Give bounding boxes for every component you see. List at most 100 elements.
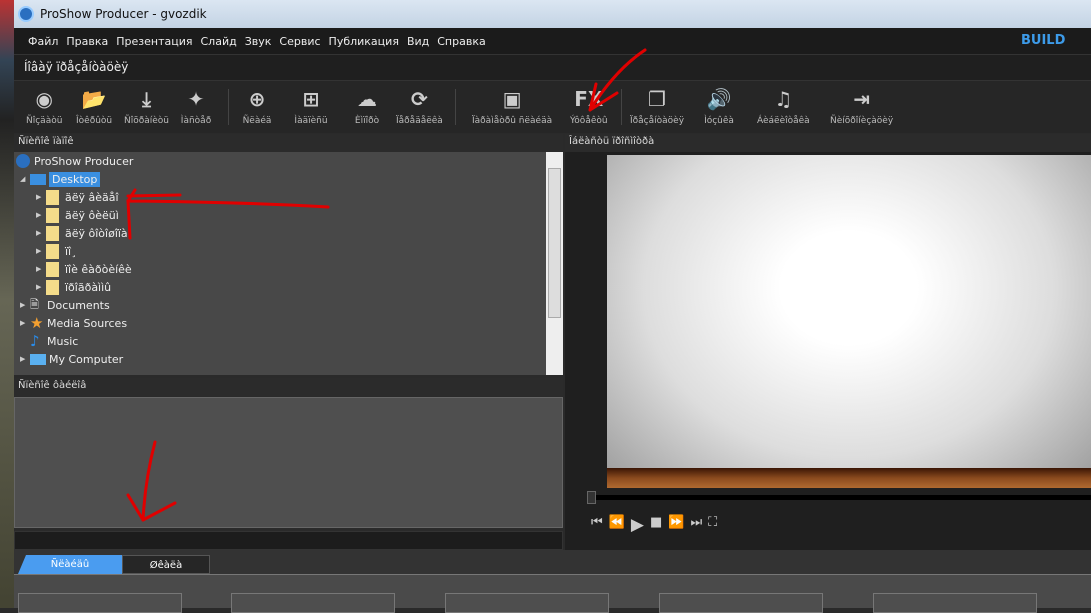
fast-forward-icon[interactable]: ⏩ — [668, 515, 684, 535]
preview-panel: Îáëàñòü ïðîñìîòðà ⏮ ⏪ ▶ ■ ⏩ ⏭ ⛶ — [565, 134, 1091, 550]
caption-button[interactable]: ⊞ Ìàäïèñü — [294, 85, 328, 126]
remake-icon: ⟳ — [411, 87, 428, 111]
skip-end-icon[interactable]: ⏭ — [690, 515, 702, 535]
music-button[interactable]: 🔊 Ìóçûêà — [702, 85, 736, 126]
playback-controls: ⏮ ⏪ ▶ ■ ⏩ ⏭ ⛶ — [591, 515, 717, 535]
tree-item-documents[interactable]: ▶ 🗎 Documents — [20, 296, 110, 314]
save-button[interactable]: ⤓ Ñîõðàíèòü — [124, 85, 169, 126]
folder-tree-scrollbar[interactable] — [546, 152, 563, 375]
slide-slot[interactable] — [659, 593, 823, 613]
preview-floor — [607, 468, 1091, 488]
tree-item-folder[interactable]: ▶ ïðîãðàììû — [36, 278, 111, 296]
desktop-background — [0, 0, 14, 608]
project-title: Íîâàÿ ïðåçåíòàöèÿ — [14, 54, 1091, 80]
star-icon: ★ — [30, 314, 44, 332]
document-icon: 🗎 — [30, 297, 39, 311]
show-options-icon: ❐ — [648, 87, 666, 111]
menu-help[interactable]: Справка — [437, 35, 485, 48]
library-button[interactable]: ♫ Áèáëèîòåêà — [757, 85, 810, 126]
open-folder-icon: 📂 — [81, 87, 107, 111]
collapse-arrow-icon[interactable]: ◢ — [20, 175, 30, 183]
folder-tree: ProShow Producer ◢ Desktop ▶ äëÿ âèäåî ▶ äë… — [14, 152, 546, 375]
expand-arrow-icon[interactable]: ▶ — [36, 211, 46, 219]
menu-tools[interactable]: Сервис — [279, 35, 320, 48]
seek-handle[interactable] — [587, 491, 596, 504]
expand-arrow-icon[interactable]: ▶ — [36, 283, 46, 291]
toolbar: ◉ Ñîçäàòü 📂 Îòêðûòü ⤓ Ñîõðàíèòü ✦ Ìàñòåð ⊕ Ñë… — [14, 80, 1091, 133]
expand-arrow-icon[interactable]: ▶ — [20, 319, 30, 327]
tree-item-my-computer[interactable]: ▶ My Computer — [20, 350, 123, 368]
tab-timeline[interactable]: Øêàëà — [122, 555, 210, 574]
seek-bar[interactable] — [587, 491, 1091, 504]
tree-item-proshow[interactable]: ProShow Producer — [16, 152, 133, 170]
menu-file[interactable]: Файл — [28, 35, 58, 48]
menu-publish[interactable]: Публикация — [329, 35, 399, 48]
show-options-button[interactable]: ❐ Ïðåçåíòàöèÿ — [630, 85, 684, 126]
menu-show[interactable]: Презентация — [116, 35, 192, 48]
expand-arrow-icon[interactable]: ▶ — [36, 193, 46, 201]
fx-icon: FX — [574, 87, 604, 111]
title-bar: ProShow Producer - gvozdik — [14, 0, 1091, 28]
library-icon: ♫ — [774, 87, 793, 111]
music-note-icon: ♪ — [30, 332, 40, 350]
slide-options-button[interactable]: ▣ Ïàðàìåòðû ñëàéäà — [472, 85, 552, 126]
toolbar-separator — [621, 89, 622, 125]
remake-button[interactable]: ⟳ Ïåðåäåëêà — [396, 85, 443, 126]
build-mode-button[interactable]: BUILD — [1021, 33, 1065, 48]
tab-slides[interactable]: Ñëàéäû — [18, 555, 122, 574]
app-logo-icon — [18, 6, 34, 22]
slide-slot[interactable] — [445, 593, 609, 613]
menu-audio[interactable]: Звук — [245, 35, 272, 48]
tree-item-folder[interactable]: ▶ äëÿ âèäåî — [36, 188, 119, 206]
folder-icon — [46, 207, 59, 223]
play-icon[interactable]: ▶ — [631, 515, 644, 535]
toolbar-separator — [455, 89, 456, 125]
window-title: ProShow Producer - gvozdik — [40, 7, 207, 21]
tree-item-folder[interactable]: ▶ äëÿ ôèëüì — [36, 206, 119, 224]
skip-start-icon[interactable]: ⏮ — [591, 515, 603, 535]
tree-item-music[interactable]: ♪ Music — [30, 332, 78, 350]
fullscreen-icon[interactable]: ⛶ — [708, 515, 717, 535]
tree-item-folder[interactable]: ▶ ïîè êàðòèíêè — [36, 260, 132, 278]
effects-button[interactable]: FX Ýôôåêòû — [570, 85, 608, 126]
sync-icon: ⇥ — [853, 87, 870, 111]
tree-item-folder[interactable]: ▶ ïî¸ — [36, 242, 77, 260]
tree-item-media-sources[interactable]: ▶ ★ Media Sources — [20, 314, 127, 332]
slide-list — [14, 574, 1091, 613]
slide-slot[interactable] — [231, 593, 395, 613]
stop-icon[interactable]: ■ — [650, 515, 662, 535]
folder-icon — [46, 261, 59, 277]
folders-panel-title: Ñïèñîê ïàïîê — [14, 134, 563, 152]
expand-arrow-icon[interactable]: ▶ — [36, 229, 46, 237]
folder-icon — [46, 279, 59, 295]
expand-arrow-icon[interactable]: ▶ — [36, 265, 46, 273]
slide-slot[interactable] — [873, 593, 1037, 613]
expand-arrow-icon[interactable]: ▶ — [20, 301, 30, 309]
tab-bar: Ñëàéäû Øêàëà — [14, 550, 1091, 574]
import-button[interactable]: ☁ Èìïîðò — [350, 85, 384, 126]
sync-button[interactable]: ⇥ Ñèíõðîíèçàöèÿ — [830, 85, 893, 126]
left-panel: Ñïèñîê ïàïîê ProShow Producer ◢ Desktop ▶… — [14, 134, 563, 550]
slide-options-icon: ▣ — [502, 87, 522, 111]
create-show-icon: ◉ — [35, 87, 53, 111]
add-slide-icon: ⊕ — [248, 87, 266, 111]
menu-view[interactable]: Вид — [407, 35, 429, 48]
create-button[interactable]: ◉ Ñîçäàòü — [26, 85, 62, 126]
add-slide-button[interactable]: ⊕ Ñëàéä — [240, 85, 274, 126]
scrollbar-thumb[interactable] — [548, 168, 561, 318]
file-list[interactable] — [14, 397, 563, 528]
menu-slide[interactable]: Слайд — [201, 35, 237, 48]
slide-slot[interactable] — [18, 593, 182, 613]
save-icon: ⤓ — [142, 87, 151, 111]
expand-arrow-icon[interactable]: ▶ — [20, 355, 30, 363]
preview-panel-title: Îáëàñòü ïðîñìîòðà — [565, 134, 1091, 152]
rewind-icon[interactable]: ⏪ — [609, 515, 625, 535]
menu-edit[interactable]: Правка — [66, 35, 108, 48]
tree-item-folder[interactable]: ▶ äëÿ ôîòîøîïà — [36, 224, 128, 242]
wizard-button[interactable]: ✦ Ìàñòåð — [179, 85, 213, 126]
tree-item-desktop[interactable]: ◢ Desktop — [20, 170, 101, 188]
expand-arrow-icon[interactable]: ▶ — [36, 247, 46, 255]
proshow-icon — [16, 154, 30, 168]
folder-icon — [46, 225, 59, 241]
open-button[interactable]: 📂 Îòêðûòü — [76, 85, 112, 126]
